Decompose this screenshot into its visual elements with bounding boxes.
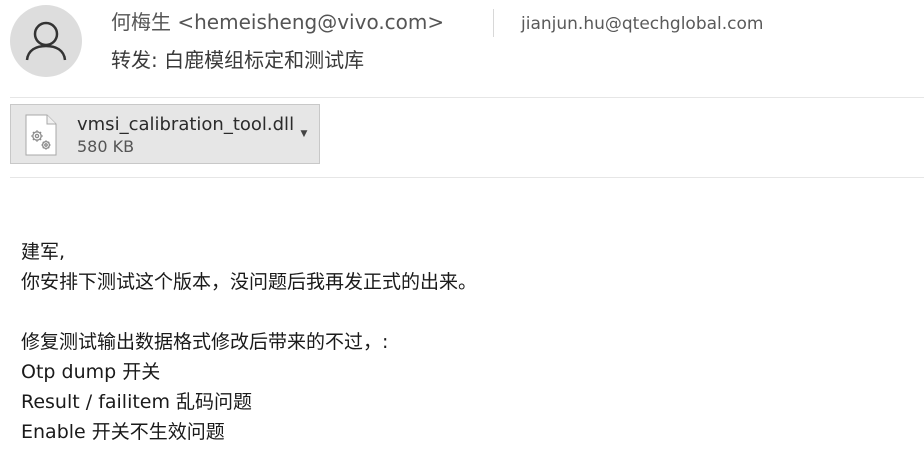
- attachment-separator: [10, 177, 924, 178]
- attachment-card[interactable]: vmsi_calibration_tool.dll 580 KB ▼: [10, 104, 320, 164]
- sender-avatar[interactable]: [10, 5, 82, 77]
- body-line: Result / failitem 乱码问题: [21, 391, 253, 413]
- body-line: 修复测试输出数据格式修改后带来的不过，:: [21, 331, 389, 353]
- body-line: 你安排下测试这个版本，没问题后我再发正式的出来。: [21, 271, 478, 293]
- body-line: Enable 开关不生效问题: [21, 421, 225, 443]
- header-divider: [493, 9, 494, 37]
- body-line: 建军,: [21, 241, 66, 263]
- header-separator: [10, 97, 924, 98]
- email-body: 建军, 你安排下测试这个版本，没问题后我再发正式的出来。 修复测试输出数据格式修…: [21, 237, 477, 447]
- person-icon: [25, 21, 67, 61]
- body-line: [21, 297, 477, 327]
- dll-file-gear-icon: [25, 114, 57, 156]
- email-subject: 转发: 白鹿模组标定和测试库: [111, 48, 365, 72]
- attachment-filesize: 580 KB: [77, 137, 135, 156]
- recipient-email[interactable]: jianjun.hu@qtechglobal.com: [521, 12, 763, 36]
- sender-name-email[interactable]: 何梅生 <hemeisheng@vivo.com>: [111, 8, 444, 36]
- chevron-down-icon[interactable]: ▼: [297, 126, 311, 142]
- body-line: Otp dump 开关: [21, 361, 161, 383]
- attachment-filename: vmsi_calibration_tool.dll: [77, 114, 295, 135]
